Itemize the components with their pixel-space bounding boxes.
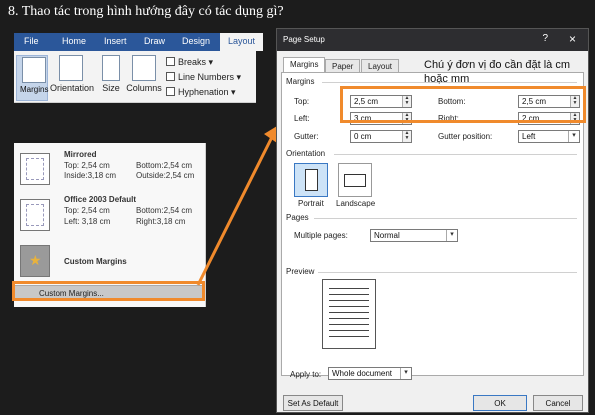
landscape-page-icon bbox=[344, 174, 366, 187]
tab-dialog-layout[interactable]: Layout bbox=[361, 59, 400, 73]
page-preview bbox=[322, 279, 376, 349]
gutter-label: Gutter: bbox=[294, 132, 319, 141]
chevron-down-icon: ▾ bbox=[568, 131, 579, 142]
landscape-option[interactable] bbox=[338, 163, 372, 197]
portrait-option[interactable] bbox=[294, 163, 328, 197]
dialog-title: Page Setup bbox=[283, 35, 325, 44]
chevron-down-icon: ▾ bbox=[400, 368, 411, 379]
portrait-page-icon bbox=[305, 169, 318, 191]
landscape-label: Landscape bbox=[336, 199, 376, 208]
preview-group-label: Preview bbox=[286, 267, 315, 276]
set-as-default-button[interactable]: Set As Default bbox=[283, 395, 343, 411]
gutter-position-select[interactable]: Left ▾ bbox=[518, 130, 580, 143]
help-icon[interactable]: ? bbox=[542, 33, 548, 44]
gutter-input[interactable]: 0 cm ▲ ▼ bbox=[350, 130, 412, 143]
annotation-note: Chú ý đơn vị đo cần đặt là cm hoặc mm bbox=[424, 59, 571, 85]
apply-to-select[interactable]: Whole document ▾ bbox=[328, 367, 412, 380]
left-label: Left: bbox=[294, 114, 310, 123]
pages-group-label: Pages bbox=[286, 213, 309, 222]
top-label: Top: bbox=[294, 97, 310, 106]
orientation-group-label: Orientation bbox=[286, 149, 326, 158]
gutter-position-label: Gutter position: bbox=[438, 132, 493, 141]
dialog-titlebar: Page Setup ? × bbox=[277, 29, 588, 51]
tab-paper[interactable]: Paper bbox=[325, 59, 361, 73]
portrait-label: Portrait bbox=[298, 199, 324, 208]
tab-margins[interactable]: Margins bbox=[283, 57, 326, 73]
multiple-pages-label: Multiple pages: bbox=[294, 231, 348, 240]
chevron-down-icon: ▾ bbox=[446, 230, 457, 241]
apply-to-label: Apply to: bbox=[290, 370, 322, 379]
ok-button[interactable]: OK bbox=[473, 395, 527, 411]
multiple-pages-select[interactable]: Normal ▾ bbox=[370, 229, 458, 242]
margins-group-label: Margins bbox=[286, 77, 315, 86]
highlight-margin-fields bbox=[340, 86, 586, 123]
close-icon[interactable]: × bbox=[569, 32, 576, 46]
cancel-button[interactable]: Cancel bbox=[533, 395, 583, 411]
